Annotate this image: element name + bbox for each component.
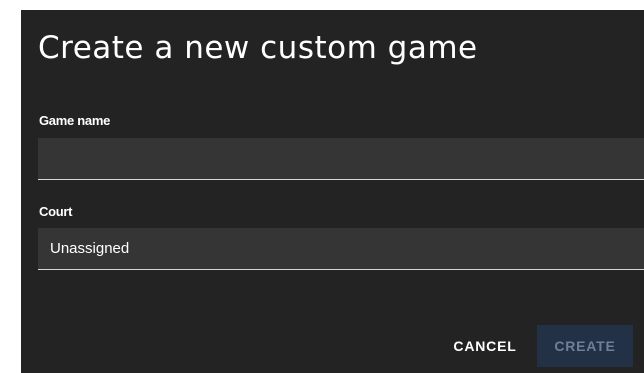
game-name-input[interactable] bbox=[38, 138, 644, 180]
game-name-label: Game name bbox=[39, 113, 111, 128]
cancel-button[interactable]: CANCEL bbox=[443, 326, 527, 366]
dialog-title: Create a new custom game bbox=[38, 30, 478, 66]
court-selected-value: Unassigned bbox=[50, 240, 130, 257]
court-label: Court bbox=[39, 204, 73, 219]
create-custom-game-dialog: Create a new custom game Game name Court… bbox=[21, 10, 644, 373]
court-select[interactable]: Unassigned bbox=[38, 228, 644, 270]
create-button[interactable]: CREATE bbox=[537, 325, 633, 367]
